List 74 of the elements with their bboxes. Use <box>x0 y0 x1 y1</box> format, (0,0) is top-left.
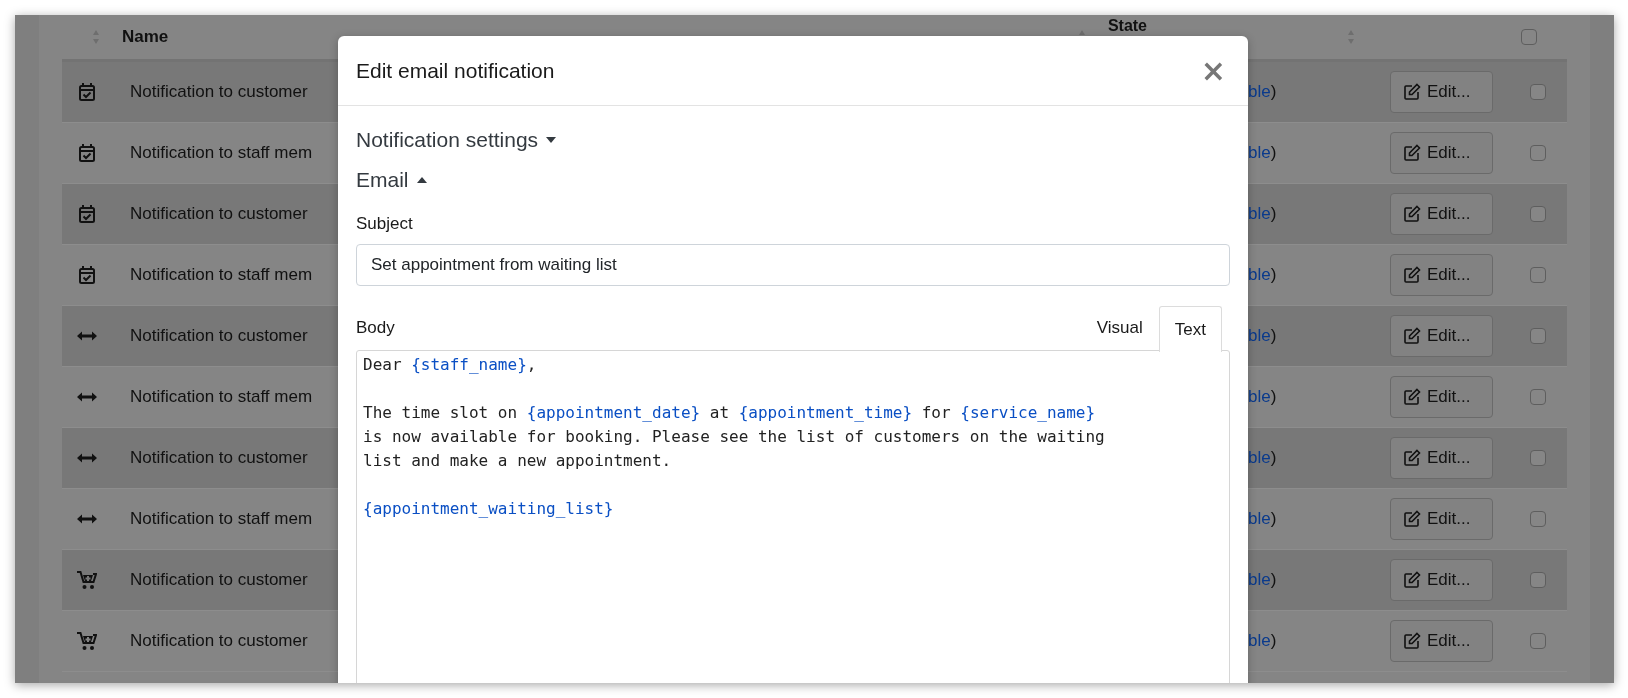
state-text: ble) <box>1248 143 1277 163</box>
pencil-square-icon <box>1403 449 1421 467</box>
notification-name: Notification to staff mem <box>130 265 313 285</box>
dialog-title: Edit email notification <box>356 58 555 83</box>
edit-button[interactable]: Edit... <box>1390 71 1493 113</box>
field-label: Body <box>356 318 395 338</box>
state-text: ble) <box>1248 82 1277 102</box>
row-checkbox[interactable] <box>1530 450 1546 466</box>
field-label: Subject <box>356 214 414 234</box>
pencil-square-icon <box>1403 571 1421 589</box>
state-text: ble) <box>1248 448 1277 468</box>
state-text: ble) <box>1248 387 1277 407</box>
state-text: ble) <box>1248 631 1277 651</box>
left-right-arrow-icon <box>77 514 97 524</box>
editor-tab[interactable]: Text <box>1158 305 1222 352</box>
notification-name: Notification to staff mem <box>130 387 313 407</box>
column-header[interactable]: State <box>1107 17 1147 35</box>
notification-name: Notification to customer <box>130 82 308 102</box>
body-editor[interactable]: Dear {staff_name}, The time slot on {appointment_date} at {appointment_time} for {service_name} is now available for booking. Please see the list of customers on the waiting list and make a new appointment. {appointment_waiting_list} <box>356 350 1230 683</box>
row-checkbox[interactable] <box>1530 145 1546 161</box>
notification-name: Notification to staff mem <box>130 509 313 529</box>
row-checkbox[interactable] <box>1530 328 1546 344</box>
left-right-arrow-icon <box>77 392 97 402</box>
state-text: ble) <box>1248 326 1277 346</box>
notification-name: Notification to customer <box>130 631 308 651</box>
pencil-square-icon <box>1403 327 1421 345</box>
pencil-square-icon <box>1403 510 1421 528</box>
pencil-square-icon <box>1403 205 1421 223</box>
caret-down-icon <box>546 137 557 143</box>
row-checkbox[interactable] <box>1530 572 1546 588</box>
pencil-square-icon <box>1403 388 1421 406</box>
section-toggle[interactable]: Email <box>356 160 427 200</box>
state-text: ble) <box>1248 265 1277 285</box>
pencil-square-icon <box>1403 144 1421 162</box>
edit-button[interactable]: Edit... <box>1390 437 1493 479</box>
state-text: ble) <box>1248 204 1277 224</box>
state-text: ble) <box>1248 509 1277 529</box>
select-all-checkbox[interactable] <box>1521 29 1537 45</box>
edit-button[interactable]: Edit... <box>1390 254 1493 296</box>
calendar-check-icon <box>78 143 96 163</box>
edit-button[interactable]: Edit... <box>1390 620 1493 662</box>
edit-button[interactable]: Edit... <box>1390 132 1493 174</box>
row-checkbox[interactable] <box>1530 84 1546 100</box>
notification-name: Notification to customer <box>130 204 308 224</box>
editor-tab[interactable]: Visual <box>1080 304 1159 350</box>
row-checkbox[interactable] <box>1530 206 1546 222</box>
state-text: ble) <box>1248 570 1277 590</box>
row-checkbox[interactable] <box>1530 389 1546 405</box>
pencil-square-icon <box>1403 266 1421 284</box>
row-checkbox[interactable] <box>1530 511 1546 527</box>
calendar-check-icon <box>78 204 96 224</box>
row-checkbox[interactable] <box>1530 633 1546 649</box>
cart-plus-icon <box>77 570 97 590</box>
calendar-check-icon <box>78 82 96 102</box>
section-toggle[interactable]: Notification settings <box>356 120 557 160</box>
pencil-square-icon <box>1403 83 1421 101</box>
edit-button[interactable]: Edit... <box>1390 376 1493 418</box>
notification-name: Notification to staff mem <box>130 143 313 163</box>
edit-button[interactable]: Edit... <box>1390 193 1493 235</box>
row-checkbox[interactable] <box>1530 267 1546 283</box>
close-button[interactable]: × <box>1196 55 1230 86</box>
left-right-arrow-icon <box>77 331 97 341</box>
edit-button[interactable]: Edit... <box>1390 498 1493 540</box>
pencil-square-icon <box>1403 632 1421 650</box>
notification-name: Notification to customer <box>130 448 308 468</box>
edit-button[interactable]: Edit... <box>1390 315 1493 357</box>
left-right-arrow-icon <box>77 453 97 463</box>
notification-name: Notification to customer <box>130 570 308 590</box>
column-header[interactable]: Name <box>122 27 169 47</box>
calendar-check-icon <box>78 265 96 285</box>
notification-name: Notification to customer <box>130 326 308 346</box>
subject-field[interactable]: Set appointment from waiting list <box>356 244 1230 286</box>
edit-button[interactable]: Edit... <box>1390 559 1493 601</box>
cart-plus-icon <box>77 631 97 651</box>
